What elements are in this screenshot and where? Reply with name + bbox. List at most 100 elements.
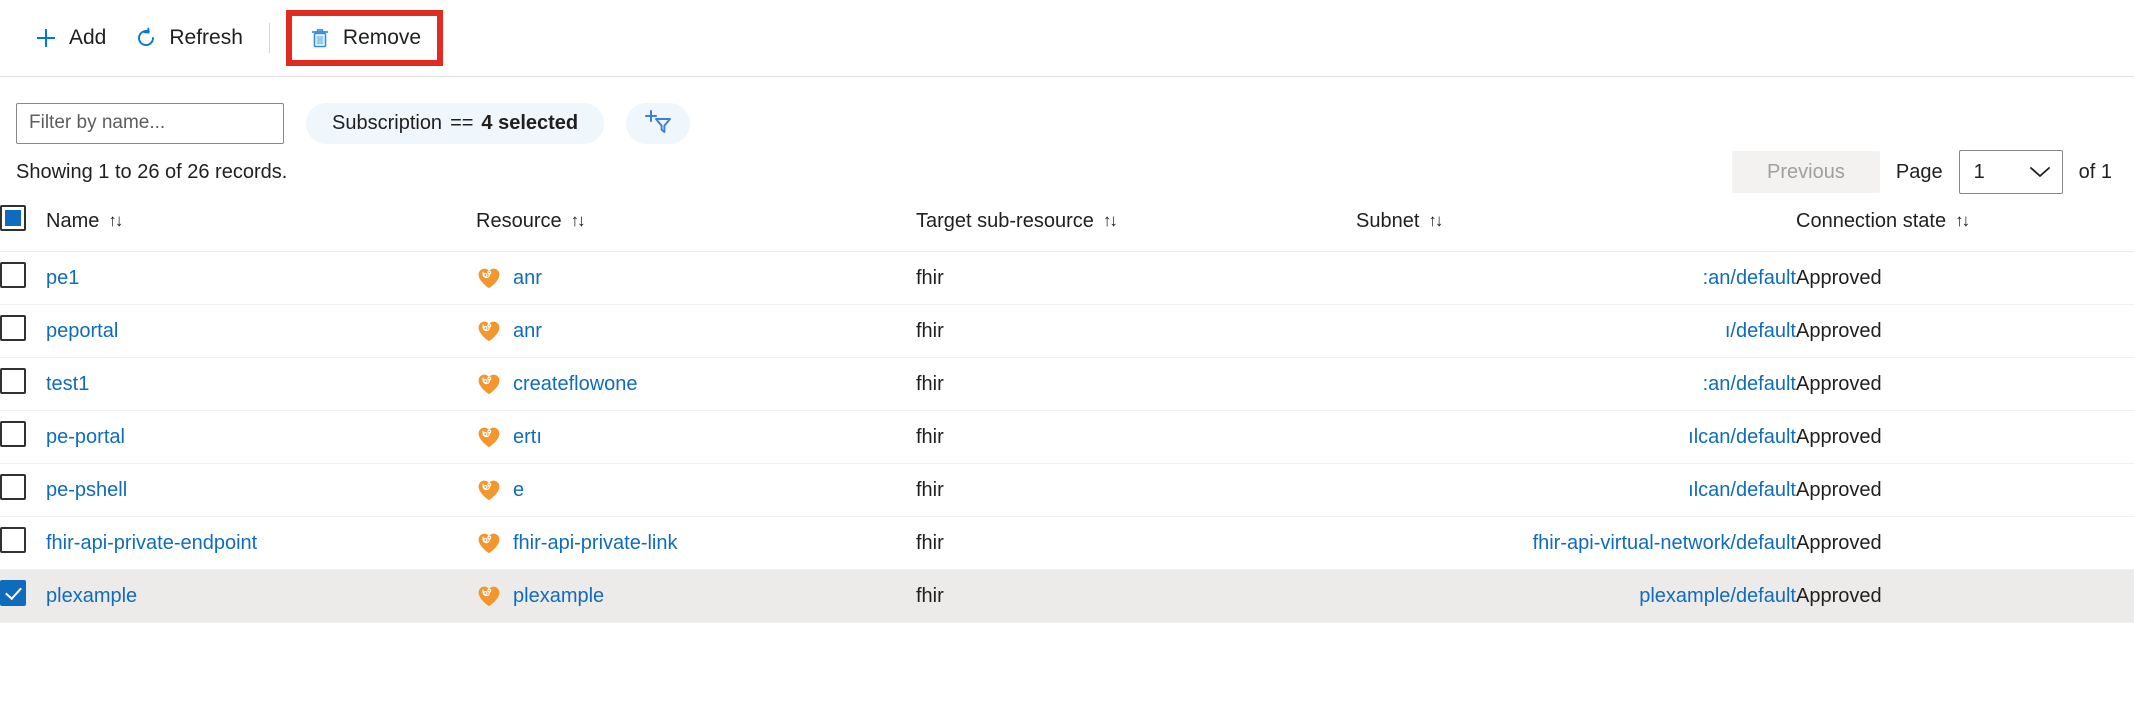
row-resource-link[interactable]: plexample xyxy=(513,585,604,608)
row-connection-state-value: Approved xyxy=(1796,479,1882,501)
pagination: Previous Page 1 of 1 xyxy=(1732,150,2112,194)
add-filter-button[interactable] xyxy=(626,103,690,144)
row-name-link[interactable]: plexample xyxy=(46,585,137,607)
select-all-header xyxy=(0,197,46,252)
row-name-link[interactable]: peportal xyxy=(46,320,118,342)
sort-arrows-icon: ↑↓ xyxy=(1428,211,1441,231)
row-name-link[interactable]: pe-pshell xyxy=(46,479,127,501)
row-checkbox[interactable] xyxy=(0,368,26,394)
add-filter-icon xyxy=(641,107,675,140)
row-connection-state-value: Approved xyxy=(1796,267,1882,289)
row-target-sub-resource-cell: fhir xyxy=(916,358,1356,411)
row-checkbox[interactable] xyxy=(0,474,26,500)
row-resource-cell: ertı xyxy=(476,411,916,464)
row-target-sub-resource-cell: fhir xyxy=(916,464,1356,517)
row-name-cell: pe1 xyxy=(46,252,476,305)
row-target-sub-resource-cell: fhir xyxy=(916,305,1356,358)
row-name-cell: pe-portal xyxy=(46,411,476,464)
row-checkbox[interactable] xyxy=(0,262,26,288)
row-resource-link[interactable]: anr xyxy=(513,320,542,343)
chevron-down-icon xyxy=(2028,165,2052,179)
row-name-link[interactable]: pe1 xyxy=(46,267,79,289)
row-select-cell xyxy=(0,570,46,623)
row-resource-link[interactable]: createflowone xyxy=(513,373,638,396)
row-subnet-link[interactable]: fhir-api-virtual-network/default xyxy=(1533,532,1796,554)
row-target-sub-resource-value: fhir xyxy=(916,532,944,554)
row-resource-cell: anr xyxy=(476,305,916,358)
row-name-link[interactable]: test1 xyxy=(46,373,89,395)
row-connection-state-cell: Approved xyxy=(1796,464,2134,517)
row-resource-link[interactable]: anr xyxy=(513,267,542,290)
row-checkbox[interactable] xyxy=(0,315,26,341)
row-connection-state-cell: Approved xyxy=(1796,517,2134,570)
private-endpoint-connections-table: Name ↑↓ Resource ↑↓ Target sub-resource … xyxy=(0,197,2134,623)
subscription-filter-pill[interactable]: Subscription == 4 selected xyxy=(306,103,604,144)
row-connection-state-cell: Approved xyxy=(1796,411,2134,464)
row-subnet-cell: :an/default xyxy=(1356,252,1796,305)
row-name-link[interactable]: pe-portal xyxy=(46,426,125,448)
row-subnet-link[interactable]: plexample/default xyxy=(1639,585,1796,607)
row-resource-cell: fhir-api-private-link xyxy=(476,517,916,570)
add-button-label: Add xyxy=(69,26,106,50)
name-filter-input[interactable] xyxy=(16,103,284,144)
table-row[interactable]: peportal anr fhir ı/default xyxy=(0,305,2134,358)
command-bar: Add Refresh Remove xyxy=(0,0,2134,76)
page-select[interactable]: 1 xyxy=(1959,150,2063,194)
row-checkbox[interactable] xyxy=(0,527,26,553)
column-header-resource[interactable]: Resource ↑↓ xyxy=(476,197,916,252)
row-name-cell: peportal xyxy=(46,305,476,358)
row-target-sub-resource-value: fhir xyxy=(916,479,944,501)
row-resource-cell: anr xyxy=(476,252,916,305)
table-row[interactable]: pe-portal ertı fhir ılcan/default xyxy=(0,411,2134,464)
trash-icon xyxy=(308,26,332,50)
row-subnet-link[interactable]: :an/default xyxy=(1703,267,1796,289)
row-subnet-link[interactable]: ı/default xyxy=(1725,320,1796,342)
remove-button[interactable]: Remove xyxy=(294,16,435,60)
row-connection-state-cell: Approved xyxy=(1796,358,2134,411)
row-resource-link[interactable]: ertı xyxy=(513,426,542,449)
subscription-filter-operator: == xyxy=(450,112,473,135)
row-checkbox[interactable] xyxy=(0,580,26,606)
row-subnet-link[interactable]: ılcan/default xyxy=(1688,479,1796,501)
sort-arrows-icon: ↑↓ xyxy=(1103,211,1116,231)
records-count-text: Showing 1 to 26 of 26 records. xyxy=(16,161,287,184)
row-name-cell: test1 xyxy=(46,358,476,411)
row-target-sub-resource-value: fhir xyxy=(916,426,944,448)
row-subnet-link[interactable]: ılcan/default xyxy=(1688,426,1796,448)
row-target-sub-resource-cell: fhir xyxy=(916,252,1356,305)
column-header-connection-state-label: Connection state xyxy=(1796,210,1946,233)
fhir-service-icon xyxy=(476,318,502,344)
sort-arrows-icon: ↑↓ xyxy=(108,211,121,231)
column-header-target-sub-resource[interactable]: Target sub-resource ↑↓ xyxy=(916,197,1356,252)
row-target-sub-resource-value: fhir xyxy=(916,267,944,289)
row-connection-state-cell: Approved xyxy=(1796,252,2134,305)
row-subnet-cell: ı/default xyxy=(1356,305,1796,358)
toolbar-divider xyxy=(269,23,270,53)
row-name-link[interactable]: fhir-api-private-endpoint xyxy=(46,532,257,554)
row-resource-link[interactable]: e xyxy=(513,479,524,502)
row-resource-cell: createflowone xyxy=(476,358,916,411)
table-row[interactable]: fhir-api-private-endpoint fhir-api-priva… xyxy=(0,517,2134,570)
row-connection-state-value: Approved xyxy=(1796,373,1882,395)
previous-page-button[interactable]: Previous xyxy=(1732,151,1880,193)
table-body: pe1 anr fhir :an/default App xyxy=(0,252,2134,623)
row-resource-link[interactable]: fhir-api-private-link xyxy=(513,532,678,555)
row-checkbox[interactable] xyxy=(0,421,26,447)
remove-button-highlight-wrapper: Remove xyxy=(286,10,443,66)
table-row[interactable]: plexample plexample fhir plexample/defau… xyxy=(0,570,2134,623)
row-subnet-link[interactable]: :an/default xyxy=(1703,373,1796,395)
row-select-cell xyxy=(0,252,46,305)
refresh-button[interactable]: Refresh xyxy=(120,16,257,60)
column-header-name[interactable]: Name ↑↓ xyxy=(46,197,476,252)
column-header-resource-label: Resource xyxy=(476,210,562,233)
column-header-connection-state[interactable]: Connection state ↑↓ xyxy=(1796,197,2134,252)
fhir-service-icon xyxy=(476,371,502,397)
table-row[interactable]: test1 createflowone fhir :an/default xyxy=(0,358,2134,411)
select-all-checkbox[interactable] xyxy=(0,205,26,231)
column-header-subnet[interactable]: Subnet ↑↓ xyxy=(1356,197,1796,252)
add-button[interactable]: Add xyxy=(20,16,120,60)
table-row[interactable]: pe-pshell e fhir ılcan/default xyxy=(0,464,2134,517)
table-row[interactable]: pe1 anr fhir :an/default App xyxy=(0,252,2134,305)
subscription-filter-value: 4 selected xyxy=(481,112,578,135)
row-connection-state-value: Approved xyxy=(1796,320,1882,342)
